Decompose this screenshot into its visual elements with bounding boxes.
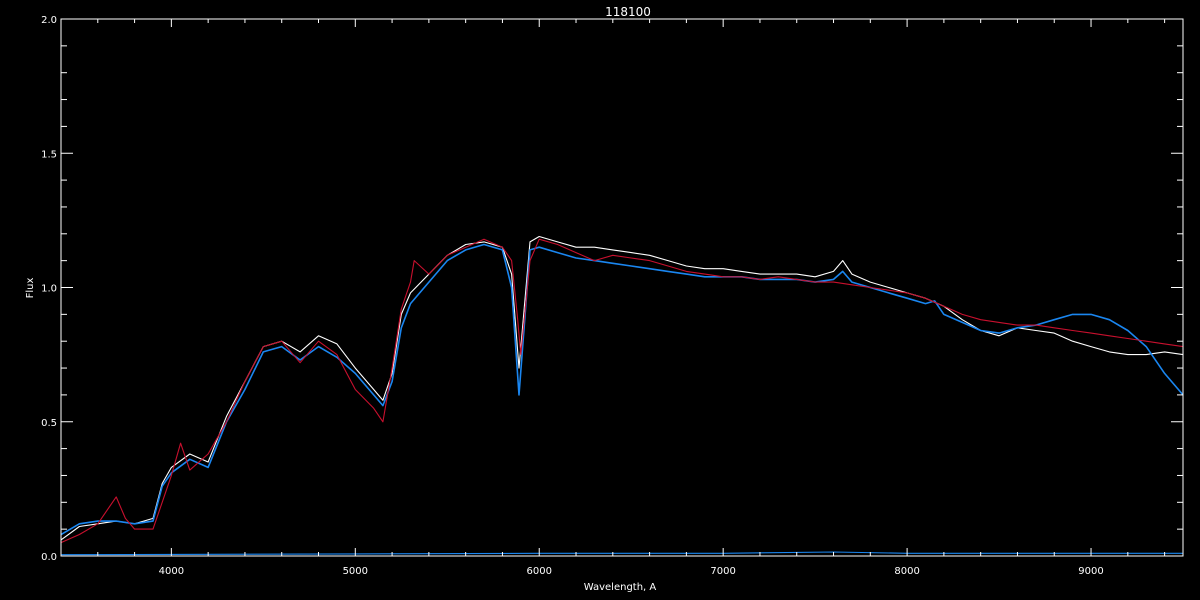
y-tick-label: 1.0 (41, 284, 57, 295)
y-tick-label: 0.5 (41, 418, 57, 429)
x-tick-label: 5000 (343, 566, 368, 577)
y-axis-label: Flux (25, 278, 36, 299)
x-axis-label: Wavelength, A (584, 582, 657, 593)
x-tick-label: 6000 (527, 566, 552, 577)
spectrum-chart: 118100 4000 5000 6000 7000 8000 9000 0.0 0.5 1.0… (0, 0, 1200, 600)
y-tick-label: 0.0 (41, 552, 57, 563)
x-tick-label: 4000 (159, 566, 184, 577)
chart-title: 118100 (605, 5, 651, 19)
chart-background (0, 0, 1200, 600)
x-tick-label: 8000 (894, 566, 919, 577)
y-tick-label: 2.0 (41, 15, 57, 26)
x-tick-label: 9000 (1078, 566, 1103, 577)
y-tick-label: 1.5 (41, 149, 57, 160)
x-tick-label: 7000 (710, 566, 735, 577)
